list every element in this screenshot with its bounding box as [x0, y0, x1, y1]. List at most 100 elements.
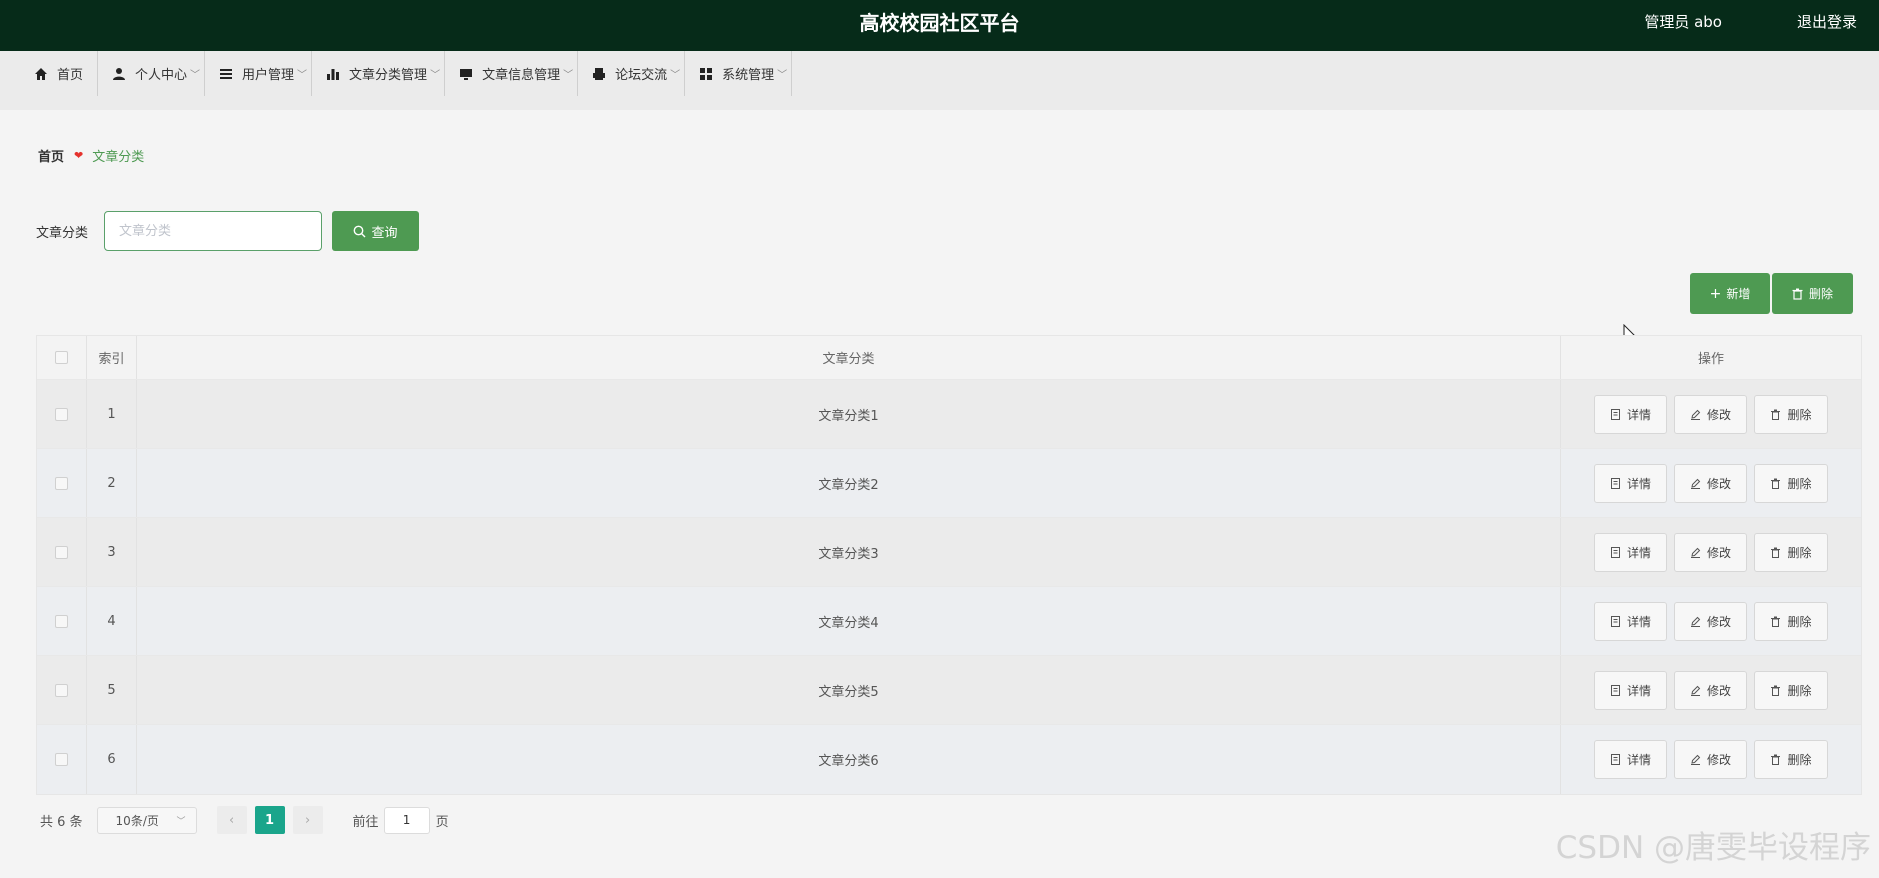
- trash-icon: [1771, 478, 1781, 489]
- nav-item-article-management[interactable]: 文章信息管理 ﹀: [445, 51, 579, 96]
- row-category-name: 文章分类2: [137, 449, 1561, 517]
- delete-button[interactable]: 删除: [1754, 532, 1828, 572]
- trash-icon: [1792, 288, 1803, 300]
- plus-icon: +: [1709, 285, 1722, 302]
- table-row: 1 文章分类1 详情 修改 删除: [37, 380, 1861, 449]
- nav-item-label: 文章分类管理: [349, 68, 428, 83]
- row-checkbox[interactable]: [55, 407, 68, 421]
- delete-button[interactable]: 删除: [1754, 463, 1828, 503]
- chevron-down-icon: ﹀: [297, 70, 308, 81]
- nav-item-forum[interactable]: 论坛交流 ﹀: [578, 51, 686, 96]
- header-index: 索引: [87, 336, 137, 379]
- detail-button[interactable]: 详情: [1594, 463, 1667, 503]
- nav-item-system-management[interactable]: 系统管理 ﹀: [685, 51, 793, 96]
- breadcrumb-home[interactable]: 首页: [38, 146, 64, 165]
- nav-item-label: 论坛交流: [615, 68, 668, 83]
- edit-button[interactable]: 修改: [1674, 670, 1747, 710]
- goto-page-input[interactable]: [383, 806, 430, 834]
- row-actions: 详情 修改 删除: [1561, 725, 1861, 794]
- row-checkbox[interactable]: [55, 614, 68, 628]
- next-page-button[interactable]: ›: [292, 806, 323, 834]
- delete-button[interactable]: 删除: [1754, 394, 1828, 434]
- pagination-total: 共 6 条: [40, 814, 83, 830]
- row-checkbox[interactable]: [55, 683, 68, 697]
- list-icon: [220, 68, 233, 79]
- search-input[interactable]: [104, 211, 322, 251]
- row-actions: 详情 修改 删除: [1561, 656, 1861, 724]
- detail-button-label: 详情: [1626, 753, 1651, 767]
- heart-icon: ❤: [74, 149, 84, 162]
- row-index: 4: [87, 587, 137, 655]
- page-number-current[interactable]: 1: [254, 806, 285, 834]
- nav-item-home[interactable]: 首页: [20, 51, 99, 96]
- row-checkbox-cell: [37, 449, 87, 517]
- query-button[interactable]: 查询: [332, 211, 419, 251]
- page-suffix: 页: [435, 814, 449, 830]
- detail-button-label: 详情: [1626, 476, 1651, 491]
- chevron-down-icon: ﹀: [563, 70, 574, 81]
- detail-button[interactable]: 详情: [1594, 670, 1667, 710]
- row-checkbox[interactable]: [55, 476, 68, 490]
- bar-chart-icon: [327, 68, 340, 80]
- header-checkbox-cell: [37, 336, 87, 379]
- edit-icon: [1690, 685, 1701, 696]
- detail-button[interactable]: 详情: [1594, 532, 1667, 572]
- edit-icon: [1690, 478, 1701, 489]
- detail-button-label: 详情: [1626, 683, 1651, 698]
- row-actions: 详情 修改 删除: [1561, 587, 1861, 655]
- row-checkbox[interactable]: [55, 545, 68, 559]
- category-table: 索引 文章分类 操作 1 文章分类1 详情 修改 删除 2 文章分类2 详情 修改 删除 3 文章分类…: [36, 335, 1862, 795]
- row-checkbox-cell: [37, 518, 87, 586]
- delete-button[interactable]: 删除: [1754, 740, 1828, 779]
- nav-item-personal-center[interactable]: 个人中心 ﹀: [98, 51, 206, 96]
- document-icon: [1610, 546, 1620, 558]
- row-checkbox-cell: [37, 587, 87, 655]
- detail-button-label: 详情: [1626, 614, 1651, 629]
- edit-button[interactable]: 修改: [1674, 740, 1747, 779]
- delete-button[interactable]: 删除: [1754, 670, 1828, 710]
- table-row: 2 文章分类2 详情 修改 删除: [37, 449, 1861, 518]
- nav-item-category-management[interactable]: 文章分类管理 ﹀: [312, 51, 446, 96]
- nav-item-label: 系统管理: [722, 68, 775, 83]
- select-all-checkbox[interactable]: [55, 351, 68, 364]
- document-icon: [1610, 477, 1620, 489]
- page-size-select[interactable]: 10条/页 ﹀: [96, 806, 197, 834]
- document-icon: [1610, 408, 1620, 420]
- document-icon: [1610, 754, 1620, 765]
- detail-button[interactable]: 详情: [1594, 394, 1667, 434]
- row-checkbox[interactable]: [55, 753, 68, 766]
- table-row: 6 文章分类6 详情 修改 删除: [37, 725, 1861, 794]
- row-actions: 详情 修改 删除: [1561, 380, 1861, 448]
- watermark: CSDN @唐雯毕设程序: [1555, 830, 1871, 866]
- table-row: 5 文章分类5 详情 修改 删除: [37, 656, 1861, 725]
- add-button[interactable]: + 新增: [1690, 273, 1770, 314]
- delete-button[interactable]: 删除: [1754, 601, 1828, 641]
- row-category-name: 文章分类4: [137, 587, 1561, 655]
- detail-button[interactable]: 详情: [1594, 740, 1667, 779]
- row-index: 6: [87, 725, 137, 794]
- batch-delete-button[interactable]: 删除: [1772, 273, 1853, 314]
- nav-item-user-management[interactable]: 用户管理 ﹀: [205, 51, 313, 96]
- breadcrumb: 首页 ❤ 文章分类: [38, 146, 144, 165]
- prev-page-button[interactable]: ‹: [216, 806, 247, 834]
- edit-button-label: 修改: [1706, 407, 1731, 422]
- row-category-name: 文章分类5: [137, 656, 1561, 724]
- logout-link[interactable]: 退出登录: [1797, 0, 1857, 44]
- edit-button[interactable]: 修改: [1674, 463, 1747, 503]
- edit-button[interactable]: 修改: [1674, 532, 1747, 572]
- chevron-left-icon: ‹: [228, 812, 235, 828]
- edit-button[interactable]: 修改: [1674, 394, 1747, 434]
- edit-button[interactable]: 修改: [1674, 601, 1747, 641]
- grid-icon: [700, 67, 713, 80]
- delete-button-label: 删除: [1787, 407, 1812, 422]
- edit-icon: [1690, 409, 1701, 420]
- edit-button-label: 修改: [1706, 545, 1731, 560]
- chevron-down-icon: ﹀: [670, 70, 681, 81]
- table-row: 4 文章分类4 详情 修改 删除: [37, 587, 1861, 656]
- monitor-icon: [460, 68, 473, 80]
- detail-button[interactable]: 详情: [1594, 601, 1667, 641]
- chevron-right-icon: ›: [304, 812, 311, 828]
- chevron-down-icon: ﹀: [190, 70, 201, 81]
- nav-item-label: 首页: [57, 68, 84, 83]
- trash-icon: [1771, 754, 1781, 765]
